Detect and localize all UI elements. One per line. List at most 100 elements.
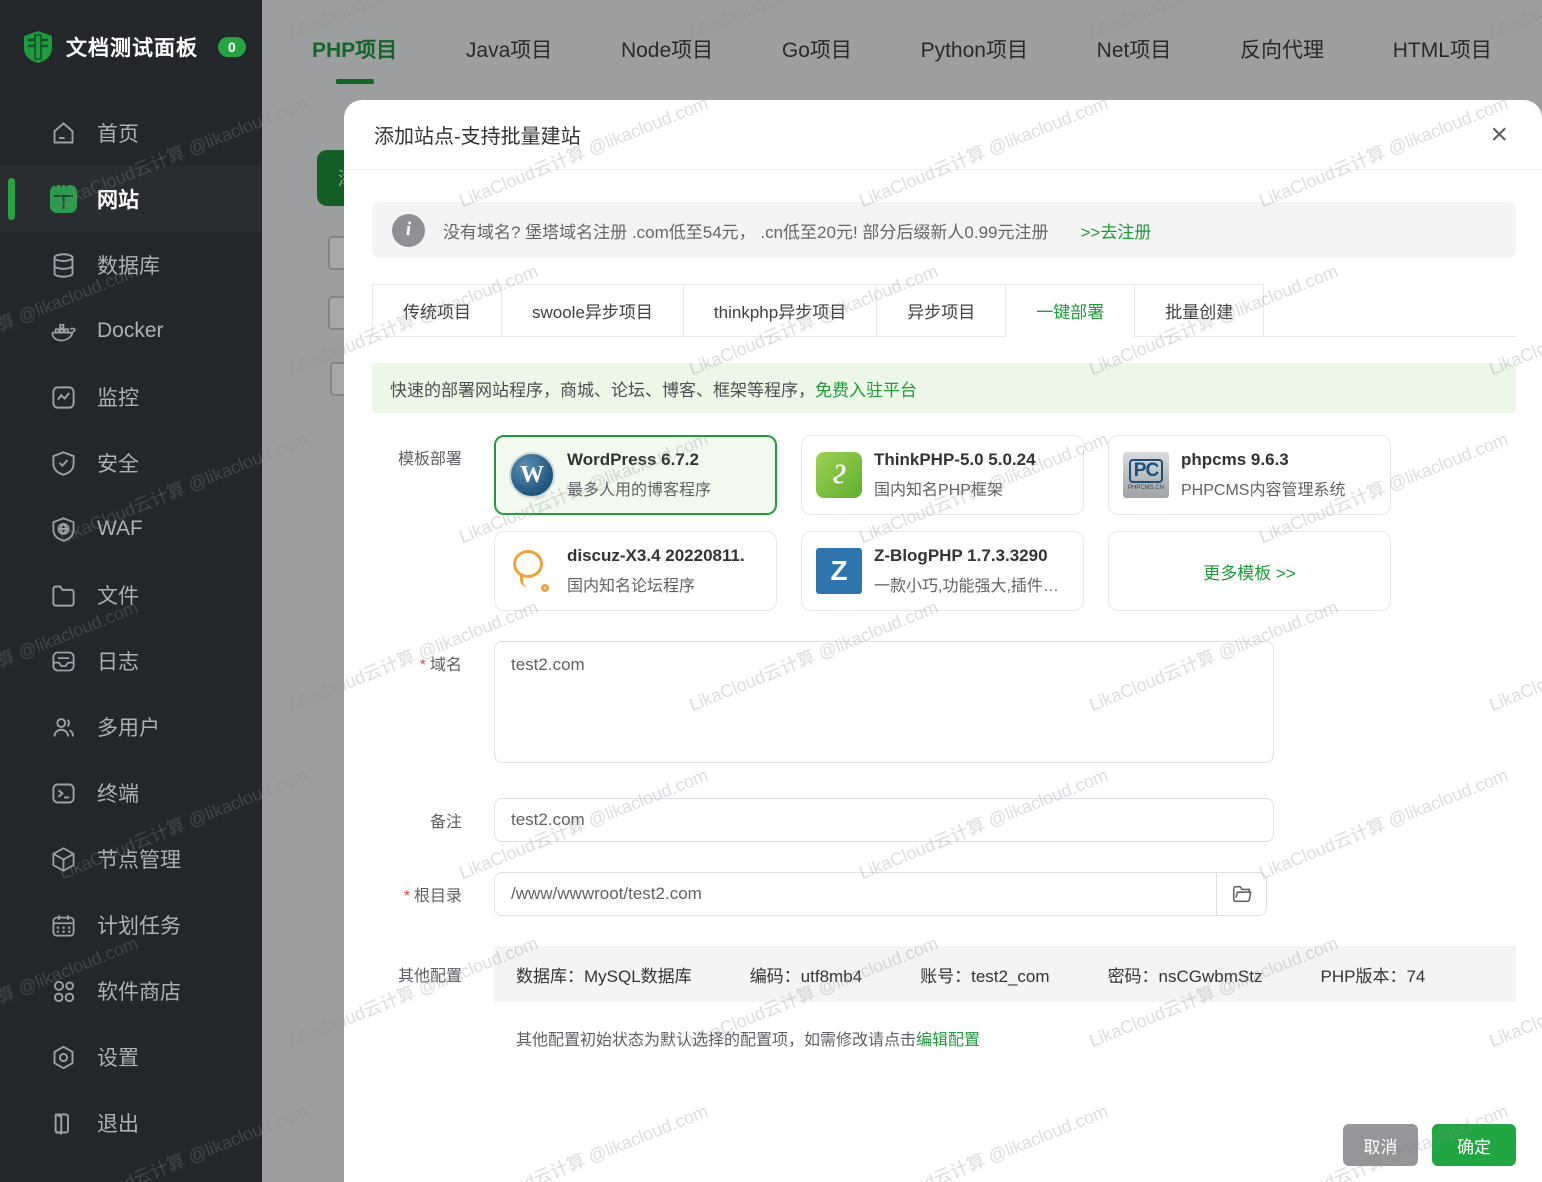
template-name: ThinkPHP-5.0 5.0.24 [874,450,1036,469]
browse-folder-button[interactable] [1216,873,1266,915]
more-templates-button[interactable]: 更多模板 >> [1108,531,1391,611]
root-dir-input[interactable] [495,873,1216,915]
template-grid: W WordPress 6.7.2 最多人用的博客程序 ϩ ThinkPHP-5… [494,435,1516,611]
confirm-button[interactable]: 确定 [1432,1124,1516,1166]
sidebar-item-waf[interactable]: WAF [0,496,262,562]
sidebar-item-label: 监控 [97,387,139,410]
sidebar-item-cron[interactable]: 计划任务 [0,892,262,958]
sidebar-item-label: 软件商店 [97,981,181,1004]
sidebar-item-security[interactable]: 安全 [0,430,262,496]
template-card-thinkphp[interactable]: ϩ ThinkPHP-5.0 5.0.24 国内知名PHP框架 [801,435,1084,515]
add-site-form: 模板部署 W WordPress 6.7.2 最多人用的博客程序 ϩ Think… [372,435,1516,1050]
sidebar-item-files[interactable]: 文件 [0,562,262,628]
sidebar-item-label: 多用户 [97,717,160,740]
tab-batch-create[interactable]: 批量创建 [1135,284,1265,336]
config-account: 账号：test2_com [920,966,1050,986]
template-name: phpcms 9.6.3 [1181,450,1289,469]
sidebar-item-multiuser[interactable]: 多用户 [0,694,262,760]
sidebar-item-label: 日志 [97,651,139,674]
remark-row: 备注 [372,798,1516,842]
sidebar-item-logs[interactable]: 日志 [0,628,262,694]
template-card-phpcms[interactable]: PC PHPCMS.CN phpcms 9.6.3 PHPCMS内容管理系统 [1108,435,1391,515]
sidebar-item-label: 计划任务 [97,915,181,938]
app-logo-row: 文档测试面板 0 [0,0,262,64]
notification-badge[interactable]: 0 [218,37,246,57]
config-charset: 编码：utf8mb4 [749,966,863,986]
security-shield-icon [50,450,77,477]
deploy-intro-banner: 快速的部署网站程序，商城、论坛、博客、框架等程序， 免费入驻平台 [372,363,1516,413]
add-site-modal: 添加站点-支持批量建站 × i 没有域名? 堡塔域名注册 .com低至54元， … [344,100,1542,1182]
tab-one-click-deploy[interactable]: 一键部署 [1006,284,1136,337]
deploy-intro-text: 快速的部署网站程序，商城、论坛、博客、框架等程序， [390,380,815,400]
tab-traditional[interactable]: 传统项目 [372,284,502,336]
tab-swoole-async[interactable]: swoole异步项目 [502,284,684,336]
sidebar-item-label: 网站 [97,189,139,212]
required-asterisk: * [419,657,426,674]
remark-label: 备注 [429,814,462,831]
remark-input[interactable] [494,798,1274,842]
template-deploy-row: 模板部署 W WordPress 6.7.2 最多人用的博客程序 ϩ Think… [372,435,1516,611]
sidebar-item-website[interactable]: 网站 [0,166,262,232]
docker-icon [50,318,77,345]
cancel-button[interactable]: 取消 [1343,1124,1418,1166]
modal-header: 添加站点-支持批量建站 × [344,100,1542,170]
config-database: 数据库：MySQL数据库 [516,966,692,986]
required-asterisk: * [403,888,410,905]
sidebar-menu: 首页 网站 数据库 Docker 监控 安全 WAF 文件 [0,100,262,1156]
calendar-icon [50,912,77,939]
sidebar-item-label: 退出 [97,1113,139,1136]
edit-config-link[interactable]: 编辑配置 [916,1032,980,1049]
template-desc: 最多人用的博客程序 [567,482,712,499]
sidebar-item-label: WAF [97,517,143,540]
tab-async[interactable]: 异步项目 [877,284,1007,336]
close-icon[interactable]: × [1490,119,1508,150]
go-register-link[interactable]: >>去注册 [1081,218,1152,243]
template-card-zblog[interactable]: Z Z-BlogPHP 1.7.3.3290 一款小巧,功能强大,插件… [801,531,1084,611]
sidebar-item-docker[interactable]: Docker [0,298,262,364]
cube-icon [50,846,77,873]
zblog-logo: Z [816,548,862,594]
sidebar-item-settings[interactable]: 设置 [0,1024,262,1090]
sidebar-item-database[interactable]: 数据库 [0,232,262,298]
sidebar-item-monitor[interactable]: 监控 [0,364,262,430]
free-join-link[interactable]: 免费入驻平台 [815,376,917,401]
promo-text: 没有域名? 堡塔域名注册 .com低至54元， .cn低至20元! 部分后缀新人… [443,222,1049,242]
other-config-row: 其他配置 数据库：MySQL数据库 编码：utf8mb4 账号：test2_co… [372,946,1516,1050]
modal-body: i 没有域名? 堡塔域名注册 .com低至54元， .cn低至20元! 部分后缀… [344,170,1542,1050]
sidebar-item-label: 安全 [97,453,139,476]
domain-promo-banner: i 没有域名? 堡塔域名注册 .com低至54元， .cn低至20元! 部分后缀… [372,202,1516,258]
modal-title: 添加站点-支持批量建站 [374,126,581,148]
template-desc: 一款小巧,功能强大,插件… [874,578,1059,595]
domain-input[interactable] [494,641,1274,763]
sidebar-item-home[interactable]: 首页 [0,100,262,166]
domain-label: * 域名 [419,657,462,674]
sidebar-item-label: Docker [97,319,164,342]
phpcms-logo: PC PHPCMS.CN [1123,452,1169,498]
info-icon: i [392,213,425,247]
folder-icon [1232,885,1252,903]
sidebar-item-terminal[interactable]: 终端 [0,760,262,826]
sidebar-item-appstore[interactable]: 软件商店 [0,958,262,1024]
sidebar-item-label: 设置 [97,1047,139,1070]
panel-logo-icon [24,31,52,63]
home-icon [50,120,77,147]
sidebar-item-logout[interactable]: 退出 [0,1090,262,1156]
template-card-wordpress[interactable]: W WordPress 6.7.2 最多人用的博客程序 [494,435,777,515]
template-name: Z-BlogPHP 1.7.3.3290 [874,546,1048,565]
template-card-discuz[interactable]: discuz-X3.4 20220811. 国内知名论坛程序 [494,531,777,611]
template-name: WordPress 6.7.2 [567,450,699,469]
thinkphp-logo: ϩ [816,452,862,498]
sidebar-item-label: 数据库 [97,255,160,278]
gear-icon [50,1044,77,1071]
template-desc: 国内知名PHP框架 [874,482,1003,499]
template-deploy-label: 模板部署 [397,451,462,468]
wordpress-logo: W [509,452,555,498]
sidebar-item-node-manage[interactable]: 节点管理 [0,826,262,892]
users-icon [50,714,77,741]
config-note: 其他配置初始状态为默认选择的配置项，如需修改请点击编辑配置 [516,1032,981,1049]
other-config-label: 其他配置 [397,968,462,985]
logout-door-icon [50,1110,77,1137]
appstore-icon [50,978,77,1005]
config-password: 密码：nsCGwbmStz [1107,966,1263,986]
tab-thinkphp-async[interactable]: thinkphp异步项目 [683,284,878,336]
